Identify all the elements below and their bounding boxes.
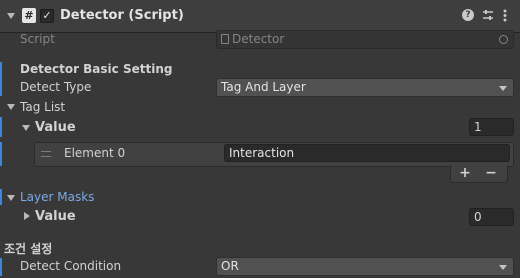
modified-indicator [0,142,2,166]
kebab-menu-icon[interactable] [503,9,507,22]
detect-type-value: Tag And Layer [221,80,306,94]
tag-list-label: Tag List [20,100,66,114]
layer-masks-foldout-icon[interactable] [7,195,15,201]
basic-setting-heading: Detector Basic Setting [20,62,173,76]
list-add-remove-footer: + − [450,165,508,183]
drag-handle-icon[interactable] [41,151,51,157]
tag-list-size-value: 1 [474,120,482,134]
enabled-checkbox[interactable]: ✓ [40,9,54,23]
script-file-icon [221,34,229,44]
layer-value-foldout-icon[interactable] [24,212,30,220]
layer-value-label: Value [35,209,76,224]
help-icon[interactable]: ? [462,9,474,21]
element-0-field[interactable]: Interaction [224,144,510,162]
script-icon: # [22,8,36,23]
detect-condition-label: Detect Condition [20,259,122,273]
chevron-down-icon [499,86,507,91]
script-value: Detector [232,32,285,46]
component-header: # ✓ Detector (Script) ? [0,0,520,33]
presets-icon[interactable] [482,9,494,21]
tag-list-foldout-icon[interactable] [7,104,15,110]
layer-masks-label: Layer Masks [20,190,95,204]
element-0-label: Element 0 [64,146,126,160]
condition-heading: 조건 설정 [4,242,53,256]
modified-indicator [0,258,2,276]
modified-indicator [0,189,2,205]
detect-type-label: Detect Type [20,80,92,94]
foldout-arrow-icon[interactable] [7,13,15,19]
chevron-down-icon [499,265,507,270]
remove-element-button[interactable]: − [479,165,503,181]
detect-condition-value: OR [221,259,239,273]
tag-value-label: Value [35,120,76,135]
detect-condition-dropdown[interactable]: OR [216,257,514,276]
layer-masks-size-value: 0 [474,210,482,224]
object-picker-icon[interactable] [499,35,508,44]
add-element-button[interactable]: + [453,165,477,181]
element-0-value: Interaction [229,146,295,160]
detect-type-dropdown[interactable]: Tag And Layer [216,78,514,97]
modified-indicator [0,117,2,137]
script-label: Script [20,32,55,46]
script-field[interactable]: Detector [216,30,514,49]
modified-indicator [0,62,2,96]
layer-masks-size-field[interactable]: 0 [469,208,514,226]
component-title: Detector (Script) [60,8,184,23]
tag-list-size-field[interactable]: 1 [469,118,514,136]
tag-value-foldout-icon[interactable] [22,125,30,131]
